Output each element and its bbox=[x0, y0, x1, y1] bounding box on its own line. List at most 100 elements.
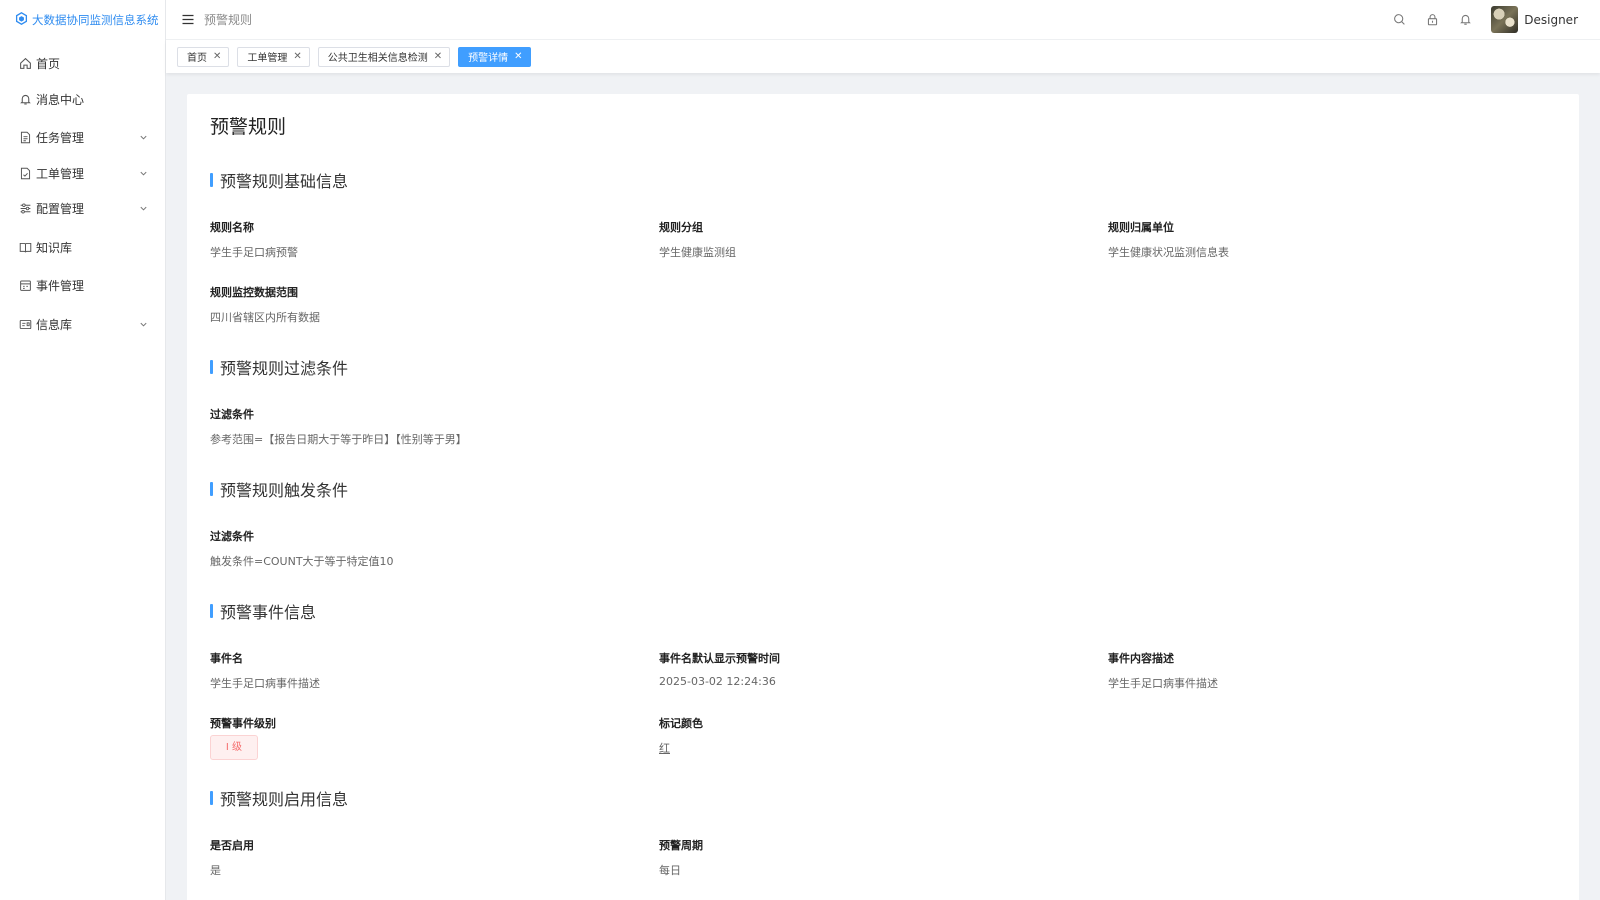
section-marker bbox=[210, 791, 213, 805]
sidebar-item-workorders[interactable]: 工单管理 bbox=[0, 156, 165, 192]
field-data-scope: 规则监控数据范围 四川省辖区内所有数据 bbox=[210, 284, 320, 325]
page-title: 预警规则 bbox=[210, 116, 287, 138]
section-heading-event: 预警事件信息 bbox=[210, 599, 316, 623]
section-heading-enable: 预警规则启用信息 bbox=[210, 786, 348, 810]
tab-alert-detail[interactable]: 预警详情 ✕ bbox=[458, 46, 531, 67]
bell-icon[interactable] bbox=[1457, 12, 1473, 28]
field-rule-unit: 规则归属单位 学生健康状况监测信息表 bbox=[1108, 219, 1229, 260]
section-title: 预警规则基础信息 bbox=[220, 172, 349, 191]
id-card-icon bbox=[17, 316, 33, 332]
field-label: 预警周期 bbox=[659, 839, 703, 852]
field-label: 规则分组 bbox=[659, 221, 703, 234]
field-label: 预警事件级别 bbox=[210, 717, 276, 730]
close-icon[interactable]: ✕ bbox=[213, 51, 221, 62]
sidebar-item-home[interactable]: 首页 bbox=[0, 46, 165, 82]
sidebar-item-label: 消息中心 bbox=[36, 92, 85, 107]
field-event-name: 事件名 学生手足口病事件描述 bbox=[210, 650, 320, 691]
app-logo[interactable]: 大数据协同监测信息系统 bbox=[0, 0, 165, 40]
sidebar-item-infobase[interactable]: 信息库 bbox=[0, 307, 165, 343]
sidebar-item-label: 事件管理 bbox=[36, 279, 85, 294]
tab-public-health[interactable]: 公共卫生相关信息检测 ✕ bbox=[317, 46, 451, 67]
field-enabled: 是否启用 是 bbox=[210, 837, 254, 878]
close-icon[interactable]: ✕ bbox=[434, 51, 442, 62]
close-icon[interactable]: ✕ bbox=[293, 51, 301, 62]
tab-label: 首页 bbox=[187, 53, 207, 64]
tab-bar: 首页 ✕ 工单管理 ✕ 公共卫生相关信息检测 ✕ 预警详情 ✕ bbox=[166, 40, 1600, 73]
breadcrumb: 预警规则 bbox=[204, 13, 253, 27]
username[interactable]: Designer bbox=[1524, 13, 1578, 27]
section-title: 预警规则启用信息 bbox=[220, 790, 349, 809]
search-icon[interactable] bbox=[1391, 12, 1407, 28]
sidebar-item-config[interactable]: 配置管理 bbox=[0, 191, 165, 227]
color-value: 红 bbox=[659, 742, 670, 755]
app-title: 大数据协同监测信息系统 bbox=[32, 13, 159, 27]
field-mark-color: 标记颜色 红 bbox=[659, 715, 703, 756]
field-label: 规则监控数据范围 bbox=[210, 286, 298, 299]
close-icon[interactable]: ✕ bbox=[514, 51, 522, 62]
section-title: 预警规则过滤条件 bbox=[220, 359, 349, 378]
sidebar-menu: 首页 消息中心 任务管理 工单管理 配置管理 知识库 事件管理 信息库 bbox=[0, 46, 165, 342]
chevron-down-icon[interactable] bbox=[139, 133, 148, 142]
sidebar-item-events[interactable]: 事件管理 bbox=[0, 268, 165, 304]
field-trigger-condition: 过滤条件 触发条件=COUNT大于等于特定值10 bbox=[210, 528, 394, 569]
field-alert-period: 预警周期 每日 bbox=[659, 837, 703, 878]
sidebar-item-label: 知识库 bbox=[36, 240, 73, 255]
sidebar-item-knowledge[interactable]: 知识库 bbox=[0, 230, 165, 266]
field-filter-condition: 过滤条件 参考范围=【报告日期大于等于昨日】【性别等于男】 bbox=[210, 406, 467, 447]
field-label: 规则名称 bbox=[210, 221, 254, 234]
tab-label: 公共卫生相关信息检测 bbox=[327, 53, 428, 64]
field-value: 学生健康状况监测信息表 bbox=[1108, 246, 1229, 259]
sidebar-item-messages[interactable]: 消息中心 bbox=[0, 82, 165, 118]
field-label: 过滤条件 bbox=[210, 408, 254, 421]
field-label: 事件名 bbox=[210, 652, 243, 665]
field-rule-name: 规则名称 学生手足口病预警 bbox=[210, 219, 298, 260]
top-header: 预警规则 Designer bbox=[166, 0, 1600, 40]
sidebar-item-label: 任务管理 bbox=[36, 131, 85, 146]
detail-card: 预警规则 预警规则基础信息 规则名称 学生手足口病预警 规则分组 学生健康监测组… bbox=[187, 94, 1579, 900]
sliders-icon bbox=[17, 201, 33, 217]
tab-home[interactable]: 首页 ✕ bbox=[177, 46, 230, 67]
field-label: 事件名默认显示预警时间 bbox=[659, 652, 780, 665]
chevron-down-icon[interactable] bbox=[139, 169, 148, 178]
section-heading-basic: 预警规则基础信息 bbox=[210, 168, 348, 192]
section-marker bbox=[210, 482, 213, 496]
sidebar: 大数据协同监测信息系统 首页 消息中心 任务管理 工单管理 配置管理 知识库 事… bbox=[0, 0, 166, 900]
lock-icon[interactable] bbox=[1424, 12, 1440, 28]
chevron-down-icon[interactable] bbox=[139, 204, 148, 213]
section-title: 预警规则触发条件 bbox=[220, 481, 349, 500]
menu-toggle-icon[interactable] bbox=[180, 12, 196, 28]
field-label: 标记颜色 bbox=[659, 717, 703, 730]
avatar[interactable] bbox=[1491, 6, 1519, 33]
home-icon bbox=[17, 56, 33, 72]
field-rule-group: 规则分组 学生健康监测组 bbox=[659, 219, 736, 260]
field-value: 触发条件=COUNT大于等于特定值10 bbox=[210, 555, 394, 568]
field-value: 学生手足口病预警 bbox=[210, 246, 298, 259]
sidebar-item-label: 首页 bbox=[36, 57, 61, 72]
field-value: 四川省辖区内所有数据 bbox=[210, 311, 320, 324]
section-marker bbox=[210, 173, 213, 187]
book-icon bbox=[17, 239, 33, 255]
field-label: 是否启用 bbox=[210, 839, 254, 852]
level-badge: I 级 bbox=[210, 735, 258, 760]
field-event-default-time: 事件名默认显示预警时间 2025-03-02 12:24:36 bbox=[659, 650, 780, 688]
section-heading-filter: 预警规则过滤条件 bbox=[210, 355, 348, 379]
section-title: 预警事件信息 bbox=[220, 603, 317, 622]
header-actions: Designer bbox=[1374, 6, 1600, 33]
sidebar-item-tasks[interactable]: 任务管理 bbox=[0, 120, 165, 156]
tab-label: 工单管理 bbox=[247, 53, 288, 64]
field-value: 学生手足口病事件描述 bbox=[210, 677, 320, 690]
field-label: 过滤条件 bbox=[210, 530, 254, 543]
field-value: 学生健康监测组 bbox=[659, 246, 736, 259]
section-marker bbox=[210, 604, 213, 618]
field-value: 2025-03-02 12:24:36 bbox=[659, 675, 776, 688]
clipboard-check-icon bbox=[17, 165, 33, 181]
section-heading-trigger: 预警规则触发条件 bbox=[210, 477, 348, 501]
tab-label: 预警详情 bbox=[468, 53, 509, 64]
logo-icon bbox=[15, 12, 32, 28]
field-event-level: 预警事件级别 I 级 bbox=[210, 715, 276, 760]
document-icon bbox=[17, 130, 33, 146]
sidebar-item-label: 信息库 bbox=[36, 317, 73, 332]
chevron-down-icon[interactable] bbox=[139, 320, 148, 329]
field-label: 事件内容描述 bbox=[1108, 652, 1174, 665]
tab-workorders[interactable]: 工单管理 ✕ bbox=[237, 46, 310, 67]
